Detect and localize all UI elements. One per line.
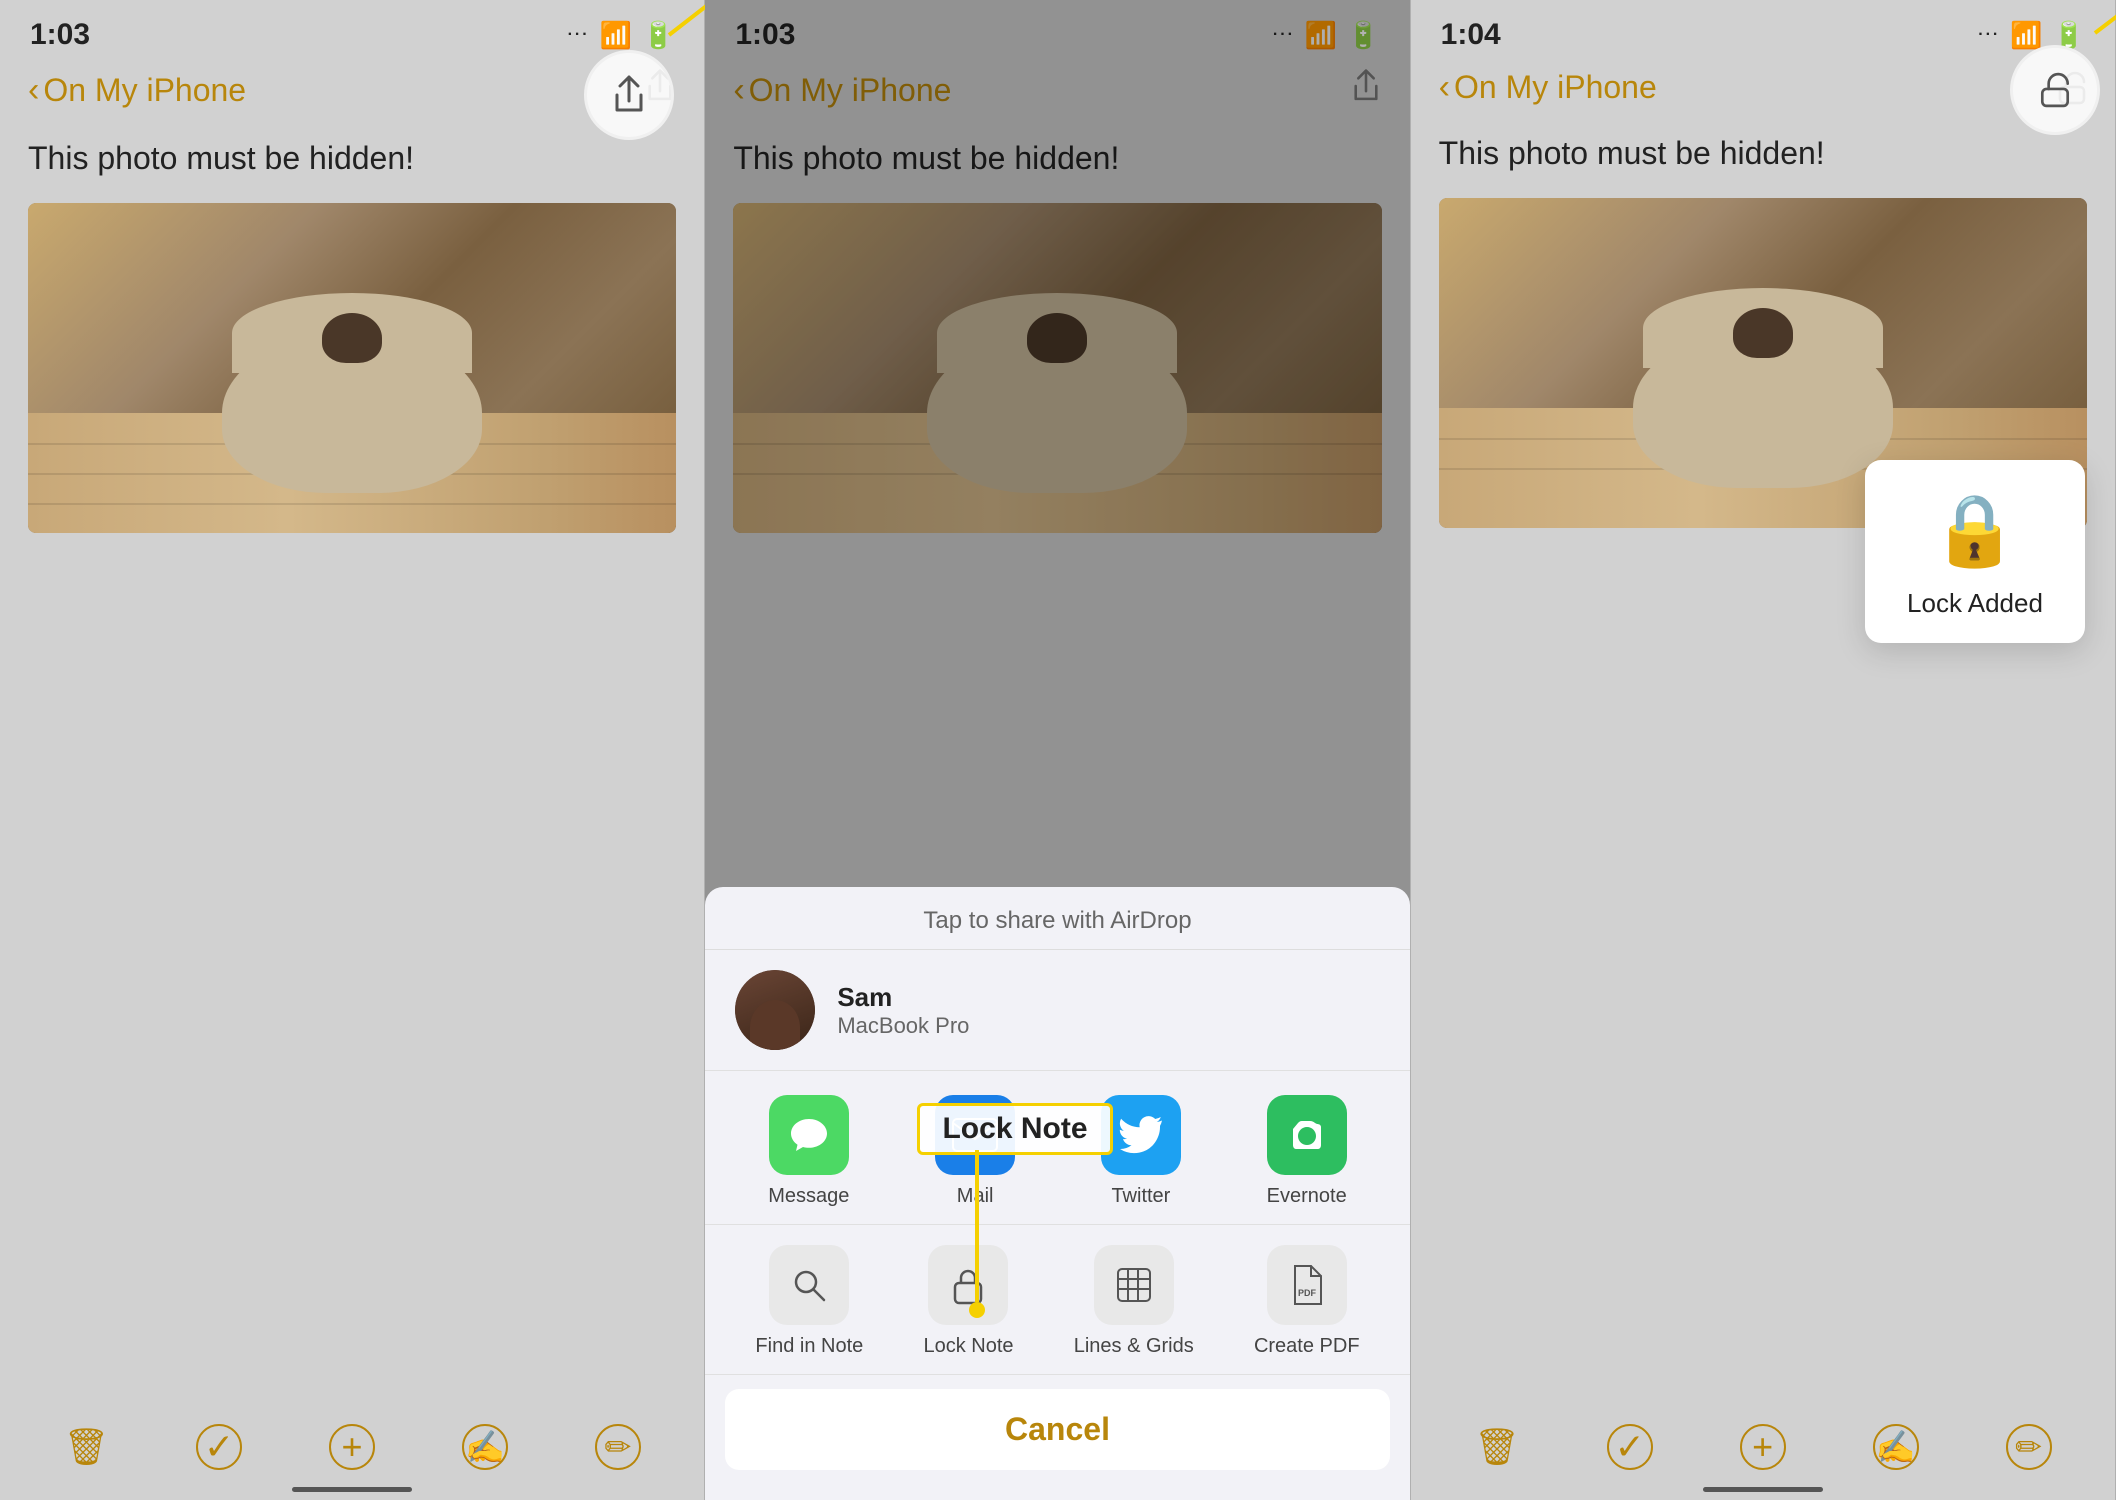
pdf-svg: PDF <box>1289 1264 1325 1306</box>
airdrop-contact[interactable]: Sam MacBook Pro <box>705 950 1409 1071</box>
action-find-in-note[interactable]: Find in Note <box>755 1245 863 1358</box>
middle-panel: 1:03 ··· 📶 🔋 ‹ On My iPhone This photo m… <box>705 0 1410 1500</box>
evernote-svg <box>1285 1113 1329 1157</box>
left-panel: 1:03 ··· 📶 🔋 ‹ On My iPhone This photo m… <box>0 0 705 1500</box>
app-message[interactable]: Message <box>768 1095 849 1208</box>
find-in-note-label: Find in Note <box>755 1335 863 1358</box>
message-label: Message <box>768 1185 849 1208</box>
cat-bed-right <box>1633 288 1893 488</box>
lock-added-label: Lock Added <box>1907 588 2043 619</box>
trash-icon-right[interactable]: 🗑 <box>1474 1426 1520 1468</box>
back-button-right[interactable]: ‹ On My iPhone <box>1439 68 1657 107</box>
annotation-arrow-right <box>2040 0 2116 65</box>
contact-name: Sam <box>837 982 969 1013</box>
annotation-unlock-right <box>2005 40 2105 140</box>
cat-bed-left <box>222 293 482 493</box>
right-panel: 1:04 ··· 📶 🔋 ‹ On My iPhone This photo m… <box>1411 0 2116 1500</box>
contact-avatar <box>735 970 815 1050</box>
back-label-left: On My iPhone <box>43 72 246 109</box>
find-in-note-icon <box>769 1245 849 1325</box>
message-svg <box>787 1113 831 1157</box>
unlock-icon-circle <box>2038 72 2072 108</box>
edit-icon-right[interactable]: ✏ <box>2006 1424 2052 1470</box>
twitter-icon-img <box>1101 1095 1181 1175</box>
time-left: 1:03 <box>30 18 90 52</box>
lines-grids-icon <box>1094 1245 1174 1325</box>
note-title-left: This photo must be hidden! <box>28 140 676 177</box>
trash-icon-left[interactable]: 🗑 <box>63 1426 109 1468</box>
twitter-svg <box>1118 1115 1164 1155</box>
search-svg <box>791 1267 827 1303</box>
photo-bg-left <box>28 203 676 533</box>
bottom-toolbar-left: 🗑 ✓ + ✍ ✏ <box>0 1424 704 1470</box>
note-title-right: This photo must be hidden! <box>1439 135 2087 172</box>
lock-note-label: Lock Note <box>923 1335 1013 1358</box>
chevron-right-back-icon: ‹ <box>1439 68 1450 107</box>
plus-icon-left[interactable]: + <box>329 1424 375 1470</box>
back-label-right: On My iPhone <box>1454 69 1657 106</box>
airdrop-header: Tap to share with AirDrop <box>705 887 1409 950</box>
compose-icon-right[interactable]: ✍ <box>1873 1424 1919 1470</box>
check-icon-left[interactable]: ✓ <box>196 1424 242 1470</box>
time-right: 1:04 <box>1441 18 1501 52</box>
action-create-pdf[interactable]: PDF Create PDF <box>1254 1245 1360 1358</box>
create-pdf-label: Create PDF <box>1254 1335 1360 1358</box>
dots-icon-right: ··· <box>1978 26 2000 44</box>
app-evernote[interactable]: Evernote <box>1267 1095 1347 1208</box>
evernote-icon-img <box>1267 1095 1347 1175</box>
create-pdf-icon: PDF <box>1267 1245 1347 1325</box>
evernote-label: Evernote <box>1267 1185 1347 1208</box>
dots-icon: ··· <box>568 26 590 44</box>
photo-left <box>28 203 676 533</box>
compose-icon-left[interactable]: ✍ <box>462 1424 508 1470</box>
twitter-label: Twitter <box>1111 1185 1170 1208</box>
plus-icon-right[interactable]: + <box>1740 1424 1786 1470</box>
action-lines-grids[interactable]: Lines & Grids <box>1074 1245 1194 1358</box>
home-indicator-left <box>292 1487 412 1492</box>
contact-info: Sam MacBook Pro <box>837 982 969 1039</box>
contact-device: MacBook Pro <box>837 1013 969 1039</box>
lock-added-popup: 🔒 Lock Added <box>1865 460 2085 643</box>
cancel-button[interactable]: Cancel <box>725 1389 1389 1470</box>
edit-icon-left[interactable]: ✏ <box>595 1424 641 1470</box>
chevron-left-icon: ‹ <box>28 71 39 110</box>
annotation-share-left <box>584 50 684 150</box>
lines-grids-label: Lines & Grids <box>1074 1335 1194 1358</box>
app-twitter[interactable]: Twitter <box>1101 1095 1181 1208</box>
home-indicator-right <box>1703 1487 1823 1492</box>
annotation-arrow-mid <box>877 1140 1077 1320</box>
svg-text:PDF: PDF <box>1298 1288 1317 1298</box>
check-icon-right[interactable]: ✓ <box>1607 1424 1653 1470</box>
back-button-left[interactable]: ‹ On My iPhone <box>28 71 246 110</box>
share-icon-circle <box>610 74 648 116</box>
lock-icon-popup: 🔒 <box>1931 490 2018 572</box>
message-icon <box>769 1095 849 1175</box>
grid-svg <box>1116 1267 1152 1303</box>
bottom-toolbar-right: 🗑 ✓ + ✍ ✏ <box>1411 1424 2115 1470</box>
